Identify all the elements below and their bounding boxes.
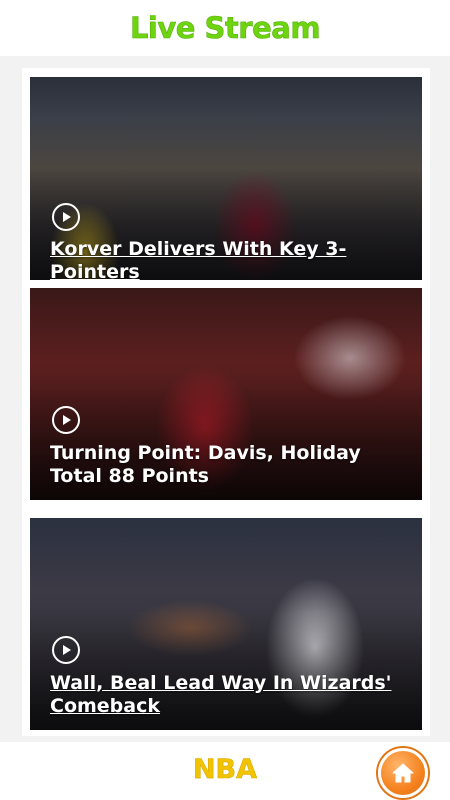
video-card[interactable]: Wall, Beal Lead Way In Wizards' Comeback (30, 518, 422, 730)
video-card[interactable]: Turning Point: Davis, Holiday Total 88 P… (30, 288, 422, 500)
page-title: Live Stream (129, 11, 321, 46)
app-screen: Live Stream Korver Delivers With Key 3-P… (0, 0, 450, 800)
home-button[interactable] (378, 748, 428, 798)
video-feed[interactable]: Korver Delivers With Key 3-Pointers Turn… (22, 68, 430, 736)
play-icon[interactable] (52, 636, 80, 664)
play-icon[interactable] (52, 203, 80, 231)
header-bar: Live Stream (0, 0, 450, 56)
video-headline[interactable]: Wall, Beal Lead Way In Wizards' Comeback (50, 672, 400, 718)
video-headline[interactable]: Turning Point: Davis, Holiday Total 88 P… (50, 442, 400, 488)
play-icon[interactable] (52, 406, 80, 434)
video-headline[interactable]: Korver Delivers With Key 3-Pointers (50, 238, 400, 280)
video-card[interactable]: Korver Delivers With Key 3-Pointers (30, 77, 422, 280)
home-icon (392, 763, 414, 783)
